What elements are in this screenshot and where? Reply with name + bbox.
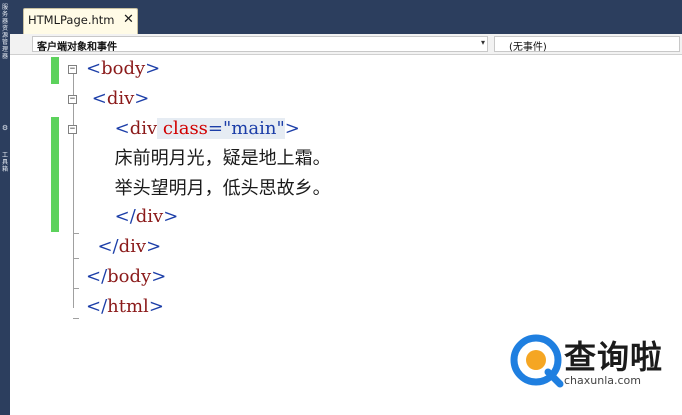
attribute-name: class — [157, 118, 208, 139]
watermark-logo-icon — [510, 334, 564, 388]
navigation-bar: 客户端对象和事件 ▾ (无事件) — [10, 34, 682, 55]
client-objects-dropdown[interactable]: 客户端对象和事件 ▾ — [32, 36, 488, 53]
client-objects-label: 客户端对象和事件 — [37, 42, 117, 53]
tag-name: body — [107, 266, 152, 287]
close-icon[interactable]: ✕ — [122, 12, 135, 28]
code-line[interactable]: </html> — [86, 293, 164, 321]
bracket: > — [134, 88, 150, 109]
fold-div-main-icon[interactable]: − — [68, 125, 77, 134]
events-dropdown[interactable]: (无事件) — [494, 36, 680, 53]
tab-htmlpage[interactable]: HTMLPage.htm ✕ — [23, 8, 138, 34]
tag-name: html — [107, 296, 149, 317]
outline-end — [73, 258, 79, 259]
bracket: < — [114, 118, 130, 139]
bracket: > — [284, 118, 300, 139]
events-label: (无事件) — [509, 42, 547, 53]
bracket: </ — [97, 236, 119, 257]
outline-end — [73, 318, 79, 319]
text-content: 床前明月光，疑是地上霜。 — [114, 148, 331, 169]
bracket: </ — [114, 206, 136, 227]
bracket: > — [148, 296, 164, 317]
tag-name: div — [135, 206, 164, 227]
bracket: > — [163, 206, 179, 227]
left-sidebar: 服务器资源管理器 ⚙ 工具箱 — [0, 0, 10, 415]
outline-end — [73, 233, 79, 234]
code-line[interactable]: 床前明月光，疑是地上霜。 — [86, 145, 331, 173]
bracket: > — [145, 58, 161, 79]
code-line[interactable]: <div> — [86, 85, 150, 113]
fold-div-icon[interactable]: − — [68, 95, 77, 104]
change-indicator — [51, 117, 59, 232]
bracket: </ — [86, 266, 108, 287]
attribute-value: "main" — [223, 118, 285, 139]
watermark-url: chaxunla.com — [564, 374, 641, 387]
code-line[interactable]: <div class="main"> — [86, 115, 300, 143]
toolbox-label[interactable]: 工具箱 — [0, 152, 10, 173]
tag-name: div — [129, 118, 158, 139]
server-explorer-label[interactable]: 服务器资源管理器 — [0, 4, 10, 60]
outline-end — [73, 288, 79, 289]
bracket: > — [146, 236, 162, 257]
tag-name: body — [101, 58, 146, 79]
text-content: 举头望明月，低头思故乡。 — [114, 178, 331, 199]
bracket: > — [151, 266, 167, 287]
document-tab-bar: HTMLPage.htm ✕ — [10, 0, 682, 34]
tag-name: div — [106, 88, 135, 109]
watermark: 查询啦 chaxunla.com — [508, 328, 678, 398]
code-line[interactable]: <body> — [86, 55, 160, 83]
tab-title: HTMLPage.htm — [28, 13, 115, 27]
toolbox-icon[interactable]: ⚙ — [1, 124, 9, 132]
fold-body-icon[interactable]: − — [68, 65, 77, 74]
outline-guide — [73, 103, 74, 234]
editor-margin — [10, 55, 46, 415]
code-line[interactable]: </div> — [86, 233, 161, 261]
code-line[interactable]: </body> — [86, 263, 166, 291]
bracket: < — [86, 58, 102, 79]
chevron-down-icon[interactable]: ▾ — [481, 38, 485, 47]
code-line[interactable]: 举头望明月，低头思故乡。 — [86, 175, 331, 203]
tag-name: div — [118, 236, 147, 257]
code-line[interactable]: </div> — [86, 203, 179, 231]
equals-sign: = — [207, 118, 224, 139]
bracket: </ — [86, 296, 108, 317]
watermark-brand: 查询啦 — [564, 338, 664, 376]
bracket: < — [91, 88, 107, 109]
change-indicator — [51, 57, 59, 84]
